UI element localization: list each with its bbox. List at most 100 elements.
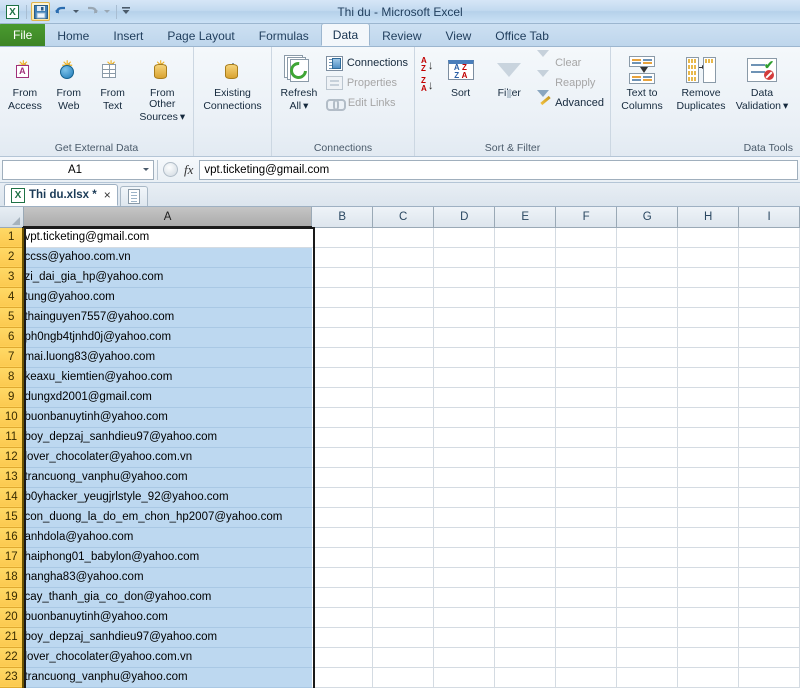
cell-B5[interactable] xyxy=(311,307,374,328)
cell-H4[interactable] xyxy=(677,287,740,308)
row-header-17[interactable]: 17 xyxy=(0,547,25,568)
chevron-down-icon[interactable]: ▾ xyxy=(180,111,185,123)
cell-F16[interactable] xyxy=(555,527,618,548)
cell-E9[interactable] xyxy=(494,387,557,408)
cell-E20[interactable] xyxy=(494,607,557,628)
cell-A13[interactable]: trancuong_vanphu@yahoo.com xyxy=(23,467,312,488)
column-header-d[interactable]: D xyxy=(433,207,496,228)
row-header-6[interactable]: 6 xyxy=(0,327,25,348)
save-icon[interactable] xyxy=(31,2,50,21)
select-all-icon[interactable] xyxy=(0,207,24,228)
row-header-23[interactable]: 23 xyxy=(0,667,25,688)
cell-F14[interactable] xyxy=(555,487,618,508)
cell-C19[interactable] xyxy=(372,587,435,608)
cell-F19[interactable] xyxy=(555,587,618,608)
cell-D15[interactable] xyxy=(433,507,496,528)
column-header-b[interactable]: B xyxy=(311,207,374,228)
remove-duplicates-button[interactable]: Remove Duplicates xyxy=(670,51,732,115)
from-access-button[interactable]: ✳A From Access xyxy=(3,51,47,115)
row-header-15[interactable]: 15 xyxy=(0,507,25,528)
cell-F9[interactable] xyxy=(555,387,618,408)
cell-I11[interactable] xyxy=(738,427,800,448)
cell-C18[interactable] xyxy=(372,567,435,588)
cell-F5[interactable] xyxy=(555,307,618,328)
cell-F3[interactable] xyxy=(555,267,618,288)
insert-function-icon[interactable]: fx xyxy=(182,162,199,178)
cell-F20[interactable] xyxy=(555,607,618,628)
cell-B17[interactable] xyxy=(311,547,374,568)
cell-I6[interactable] xyxy=(738,327,800,348)
row-header-4[interactable]: 4 xyxy=(0,287,25,308)
cell-G3[interactable] xyxy=(616,267,679,288)
cell-A21[interactable]: boy_depzaj_sanhdieu97@yahoo.com xyxy=(23,627,312,648)
cell-E18[interactable] xyxy=(494,567,557,588)
cell-I10[interactable] xyxy=(738,407,800,428)
cell-I18[interactable] xyxy=(738,567,800,588)
cell-G4[interactable] xyxy=(616,287,679,308)
undo-icon[interactable] xyxy=(51,2,70,21)
cell-G5[interactable] xyxy=(616,307,679,328)
cell-B20[interactable] xyxy=(311,607,374,628)
cell-F22[interactable] xyxy=(555,647,618,668)
cell-F13[interactable] xyxy=(555,467,618,488)
row-header-14[interactable]: 14 xyxy=(0,487,25,508)
cell-A22[interactable]: lover_chocolater@yahoo.com.vn xyxy=(23,647,312,668)
cell-E19[interactable] xyxy=(494,587,557,608)
advanced-filter-button[interactable]: Advanced xyxy=(534,90,607,113)
cell-C9[interactable] xyxy=(372,387,435,408)
cell-I8[interactable] xyxy=(738,367,800,388)
from-other-sources-button[interactable]: ✳ From Other Sources▾ xyxy=(135,51,190,126)
cell-C1[interactable] xyxy=(372,227,435,248)
cell-A7[interactable]: mai.luong83@yahoo.com xyxy=(23,347,312,368)
cell-F17[interactable] xyxy=(555,547,618,568)
cell-C17[interactable] xyxy=(372,547,435,568)
tab-home[interactable]: Home xyxy=(45,25,101,46)
from-web-button[interactable]: ✳ From Web xyxy=(47,51,91,115)
cell-E23[interactable] xyxy=(494,667,557,688)
cell-E16[interactable] xyxy=(494,527,557,548)
cell-I17[interactable] xyxy=(738,547,800,568)
cell-E22[interactable] xyxy=(494,647,557,668)
cell-G18[interactable] xyxy=(616,567,679,588)
cell-H3[interactable] xyxy=(677,267,740,288)
row-header-12[interactable]: 12 xyxy=(0,447,25,468)
cell-I22[interactable] xyxy=(738,647,800,668)
cell-B16[interactable] xyxy=(311,527,374,548)
cell-B4[interactable] xyxy=(311,287,374,308)
tab-file[interactable]: File xyxy=(0,23,46,46)
cell-C23[interactable] xyxy=(372,667,435,688)
cell-F18[interactable] xyxy=(555,567,618,588)
cell-G20[interactable] xyxy=(616,607,679,628)
cell-B11[interactable] xyxy=(311,427,374,448)
cell-F23[interactable] xyxy=(555,667,618,688)
cell-D8[interactable] xyxy=(433,367,496,388)
undo-dropdown-icon[interactable] xyxy=(71,2,81,21)
cell-A8[interactable]: keaxu_kiemtien@yahoo.com xyxy=(23,367,312,388)
column-header-a[interactable]: A xyxy=(23,207,313,228)
existing-connections-button[interactable]: Existing Connections xyxy=(197,51,268,115)
cell-A20[interactable]: buonbanuytinh@yahoo.com xyxy=(23,607,312,628)
chevron-down-icon[interactable]: ▾ xyxy=(303,100,308,112)
cell-D4[interactable] xyxy=(433,287,496,308)
column-header-c[interactable]: C xyxy=(372,207,435,228)
cell-D22[interactable] xyxy=(433,647,496,668)
cell-H1[interactable] xyxy=(677,227,740,248)
cell-A14[interactable]: b0yhacker_yeugjrlstyle_92@yahoo.com xyxy=(23,487,312,508)
cell-H9[interactable] xyxy=(677,387,740,408)
cell-D10[interactable] xyxy=(433,407,496,428)
cell-C15[interactable] xyxy=(372,507,435,528)
cell-F6[interactable] xyxy=(555,327,618,348)
cell-C20[interactable] xyxy=(372,607,435,628)
cell-A9[interactable]: dungxd2001@gmail.com xyxy=(23,387,312,408)
cell-B21[interactable] xyxy=(311,627,374,648)
cell-B3[interactable] xyxy=(311,267,374,288)
cell-A12[interactable]: lover_chocolater@yahoo.com.vn xyxy=(23,447,312,468)
cell-B15[interactable] xyxy=(311,507,374,528)
cell-E2[interactable] xyxy=(494,247,557,268)
row-header-13[interactable]: 13 xyxy=(0,467,25,488)
row-header-5[interactable]: 5 xyxy=(0,307,25,328)
cell-E8[interactable] xyxy=(494,367,557,388)
cell-H6[interactable] xyxy=(677,327,740,348)
column-header-i[interactable]: I xyxy=(738,207,800,228)
cell-H20[interactable] xyxy=(677,607,740,628)
